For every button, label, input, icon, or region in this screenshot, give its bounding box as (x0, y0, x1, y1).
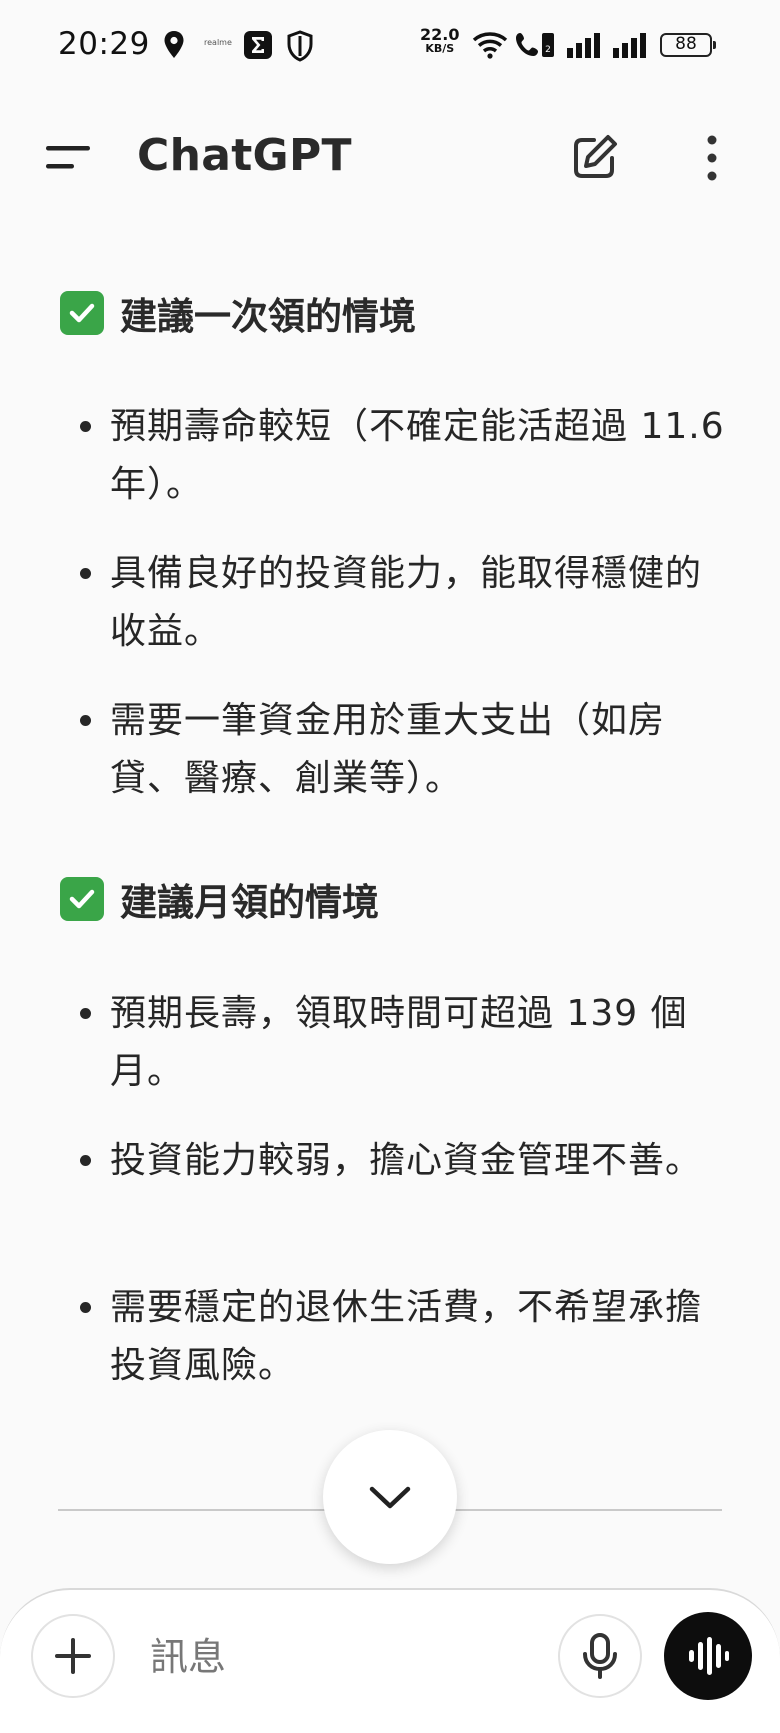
list-item: 需要穩定的退休生活費，不希望承擔投資風險。 (110, 1287, 703, 1386)
check-mark-icon (60, 291, 104, 335)
voice-mode-button[interactable] (664, 1612, 752, 1700)
menu-button[interactable] (44, 138, 94, 178)
list-item: 投資能力較弱，擔心資金管理不善。 (110, 1140, 703, 1181)
app-title: ChatGPT (137, 130, 352, 181)
signal-strength-icon-2 (612, 32, 650, 62)
section-heading-text: 建議月領的情境 (120, 881, 379, 924)
section-heading-lump-sum: 建議一次領的情境 (60, 286, 416, 340)
more-vertical-icon (707, 135, 717, 181)
plus-icon (55, 1638, 91, 1674)
bullet-dot (80, 1155, 91, 1166)
more-options-button[interactable] (696, 130, 728, 186)
status-bar: 20:29 realme 22.0 KB/S 2 88 (0, 0, 780, 92)
message-input[interactable] (148, 1626, 532, 1688)
chat-screen: 20:29 realme 22.0 KB/S 2 88 ChatGPT 建議一次… (0, 0, 780, 1733)
app-bar: ChatGPT (0, 108, 780, 208)
net-speed: 22.0 KB/S (420, 27, 459, 56)
bullet-dot (80, 1302, 91, 1313)
section-heading-monthly: 建議月領的情境 (60, 872, 379, 926)
message-composer (0, 1588, 780, 1733)
volte-call-icon: 2 (514, 30, 558, 64)
battery-level: 88 (675, 34, 697, 54)
mic-icon (583, 1633, 617, 1679)
bullet-dot (80, 1008, 91, 1019)
signal-strength-icon (566, 32, 604, 62)
menu-icon (46, 146, 90, 169)
chevron-down-icon (369, 1486, 411, 1509)
attach-button[interactable] (31, 1614, 115, 1698)
realme-label: realme (204, 38, 232, 47)
voice-wave-icon (689, 1637, 729, 1675)
list-item: 預期壽命較短（不確定能活超過 11.6 年）。 (110, 406, 725, 505)
net-speed-unit: KB/S (425, 42, 455, 55)
section-heading-text: 建議一次領的情境 (120, 295, 416, 338)
new-chat-button[interactable] (568, 132, 620, 184)
check-mark-icon (60, 877, 104, 921)
list-item: 需要一筆資金用於重大支出（如房貸、醫療、創業等）。 (110, 700, 666, 799)
bullet-dot (80, 715, 91, 726)
dictate-button[interactable] (558, 1614, 642, 1698)
list-item: 具備良好的投資能力，能取得穩健的收益。 (110, 553, 703, 652)
location-icon (162, 30, 186, 64)
bullet-dot (80, 421, 91, 432)
sigma-app-icon (243, 30, 273, 64)
new-chat-icon (574, 135, 617, 178)
shield-icon (286, 30, 314, 66)
scroll-to-bottom-button[interactable] (323, 1430, 457, 1564)
status-time: 20:29 (58, 26, 150, 62)
wifi-icon (472, 30, 508, 64)
bullet-dot (80, 568, 91, 579)
svg-text:2: 2 (545, 45, 551, 55)
battery-icon: 88 (660, 33, 716, 57)
list-item: 預期長壽，領取時間可超過 139 個月。 (110, 993, 688, 1092)
